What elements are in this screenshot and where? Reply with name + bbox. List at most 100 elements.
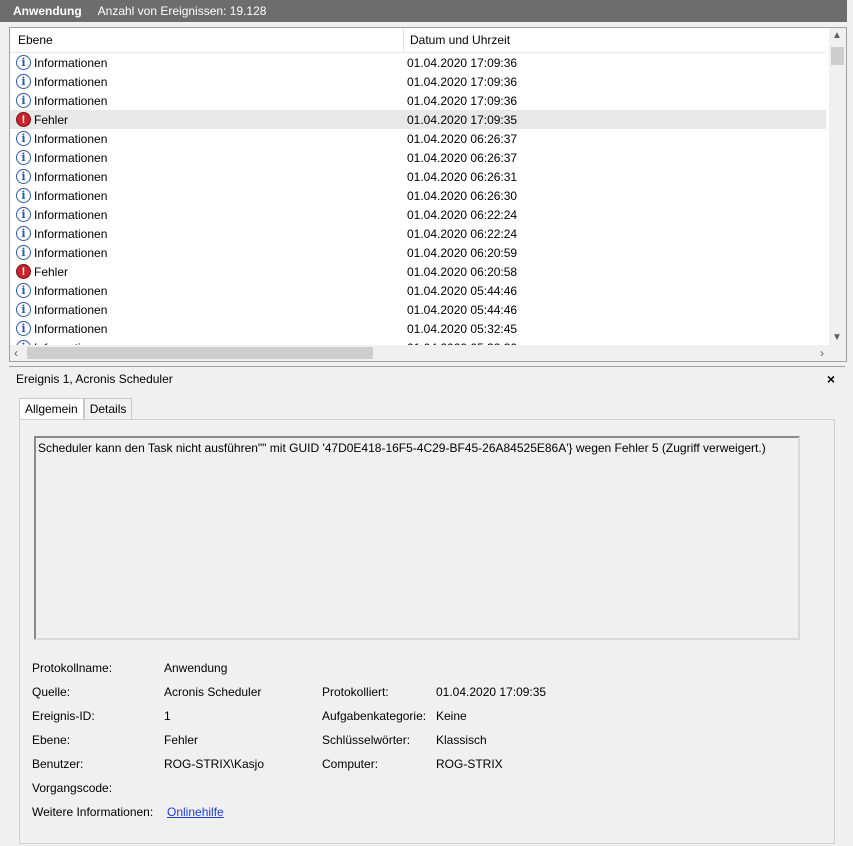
row-level-cell: iInformationen [10,283,407,298]
prop-label-benutzer: Benutzer: [32,757,84,771]
table-row[interactable]: i Informationen 01.04.2020 06:22:24 [10,224,826,243]
prop-value-aufgabenkategorie: Keine [436,709,467,723]
column-header-date[interactable]: Datum und Uhrzeit [404,28,510,52]
info-icon: i [16,93,31,108]
table-row[interactable]: ! Fehler 01.04.2020 06:20:58 [10,262,826,281]
row-level-text: Informationen [34,245,108,260]
row-level-cell: iInformationen [10,207,407,222]
prop-value-ereignis-id: 1 [164,709,171,723]
prop-value-protokollname: Anwendung [164,661,228,675]
event-properties: Protokollname: Anwendung Quelle: Acronis… [32,656,812,824]
horizontal-scrollbar[interactable]: ‹ › [10,345,846,361]
tab-details[interactable]: Details [83,398,133,420]
table-row[interactable]: i Informationen 01.04.2020 06:26:37 [10,129,826,148]
scroll-down-icon[interactable]: ▼ [832,332,842,343]
row-date: 01.04.2020 06:20:59 [407,245,518,260]
error-icon: ! [16,112,31,127]
table-row[interactable]: iInformationen01.04.2020 05:32:30 [10,338,826,345]
event-list[interactable]: Ebene Datum und Uhrzeit i Informationen 01… [9,27,847,362]
table-row[interactable]: ! Fehler 01.04.2020 17:09:35 [10,110,826,129]
prop-value-protokolliert: 01.04.2020 17:09:35 [436,685,547,699]
row-date: 01.04.2020 06:22:24 [407,207,518,222]
row-level-text: Informationen [34,93,108,108]
row-level-text: Informationen [34,55,108,70]
row-level-text: Informationen [34,283,108,298]
table-row[interactable]: i Informationen 01.04.2020 06:26:30 [10,186,826,205]
log-titlebar: Anwendung Anzahl von Ereignissen: 19.128 [0,0,847,22]
vertical-scroll-thumb[interactable] [831,47,844,65]
prop-label-weitere-informationen: Weitere Informationen: [32,805,154,819]
horizontal-scroll-thumb[interactable] [27,347,373,359]
prop-label-protokolliert: Protokolliert: [322,685,389,699]
row-date: 01.04.2020 17:09:35 [407,112,518,127]
tab-allgemein[interactable]: Allgemein [19,398,84,421]
prop-value-quelle: Acronis Scheduler [164,685,262,699]
row-date: 01.04.2020 06:20:58 [407,264,518,279]
event-rows: i Informationen 01.04.2020 17:09:36 i Inform… [10,53,826,345]
row-level-cell: iInformationen [10,188,407,203]
prop-label-ebene: Ebene: [32,733,71,747]
table-row[interactable]: i Informationen 01.04.2020 17:09:36 [10,72,826,91]
row-date: 01.04.2020 17:09:36 [407,55,518,70]
event-message-box[interactable]: Scheduler kann den Task nicht ausführen"… [34,436,800,640]
row-date: 01.04.2020 17:09:36 [407,74,518,89]
table-row[interactable]: i Informationen 01.04.2020 06:26:31 [10,167,826,186]
info-icon: i [16,188,31,203]
column-header-level[interactable]: Ebene [10,28,404,52]
scroll-left-icon[interactable]: ‹ [14,346,18,360]
vertical-scrollbar[interactable]: ▲ ▼ [829,28,846,345]
row-level-cell: iInformationen [10,55,407,70]
row-level-text: Informationen [34,169,108,184]
info-icon: i [16,150,31,165]
row-level-cell: iInformationen [10,321,407,336]
close-icon[interactable]: × [827,371,845,387]
prop-value-benutzer: ROG-STRIX\Kasjo [164,757,265,771]
row-level-cell: iInformationen [10,302,407,317]
row-level-text: Informationen [34,74,108,89]
prop-label-protokollname: Protokollname: [32,661,113,675]
online-help-link[interactable]: Onlinehilfe [167,805,224,819]
scroll-right-icon[interactable]: › [820,346,824,360]
row-level-text: Informationen [34,131,108,146]
row-level-cell: iInformationen [10,169,407,184]
detail-title: Ereignis 1, Acronis Scheduler [16,372,173,386]
row-date: 01.04.2020 06:26:30 [407,188,518,203]
info-icon: i [16,131,31,146]
table-row[interactable]: i Informationen 01.04.2020 17:09:36 [10,91,826,110]
row-date: 01.04.2020 06:26:37 [407,131,518,146]
info-icon: i [16,245,31,260]
prop-label-computer: Computer: [322,757,379,771]
row-level-cell: iInformationen [10,74,407,89]
row-date: 01.04.2020 05:32:45 [407,321,518,336]
prop-value-computer: ROG-STRIX [436,757,503,771]
table-row[interactable]: i Informationen 01.04.2020 06:20:59 [10,243,826,262]
table-row[interactable]: i Informationen 01.04.2020 06:26:37 [10,148,826,167]
row-level-cell: iInformationen [10,150,407,165]
info-icon: i [16,207,31,222]
row-date: 01.04.2020 05:44:46 [407,302,518,317]
table-row[interactable]: i Informationen 01.04.2020 05:44:46 [10,281,826,300]
scroll-up-icon[interactable]: ▲ [832,30,842,41]
row-level-text: Informationen [34,321,108,336]
table-row[interactable]: i Informationen 01.04.2020 17:09:36 [10,53,826,72]
prop-label-vorgangscode: Vorgangscode: [32,781,113,795]
info-icon: i [16,55,31,70]
row-level-text: Informationen [34,226,108,241]
event-message: Scheduler kann den Task nicht ausführen"… [38,441,766,455]
prop-label-quelle: Quelle: [32,685,71,699]
row-level-cell: iInformationen [10,226,407,241]
info-icon: i [16,74,31,89]
table-row[interactable]: i Informationen 01.04.2020 06:22:24 [10,205,826,224]
info-icon: i [16,321,31,336]
error-icon: ! [16,264,31,279]
info-icon: i [16,302,31,317]
general-tab-panel: Scheduler kann den Task nicht ausführen"… [19,419,835,844]
row-level-cell: iInformationen [10,131,407,146]
row-level-cell: ! Fehler [10,264,407,279]
row-date: 01.04.2020 06:22:24 [407,226,518,241]
prop-label-aufgabenkategorie: Aufgabenkategorie: [322,709,427,723]
table-row[interactable]: i Informationen 01.04.2020 05:32:45 [10,319,826,338]
info-icon: i [16,283,31,298]
table-row[interactable]: i Informationen 01.04.2020 05:44:46 [10,300,826,319]
row-level-cell: iInformationen [10,93,407,108]
